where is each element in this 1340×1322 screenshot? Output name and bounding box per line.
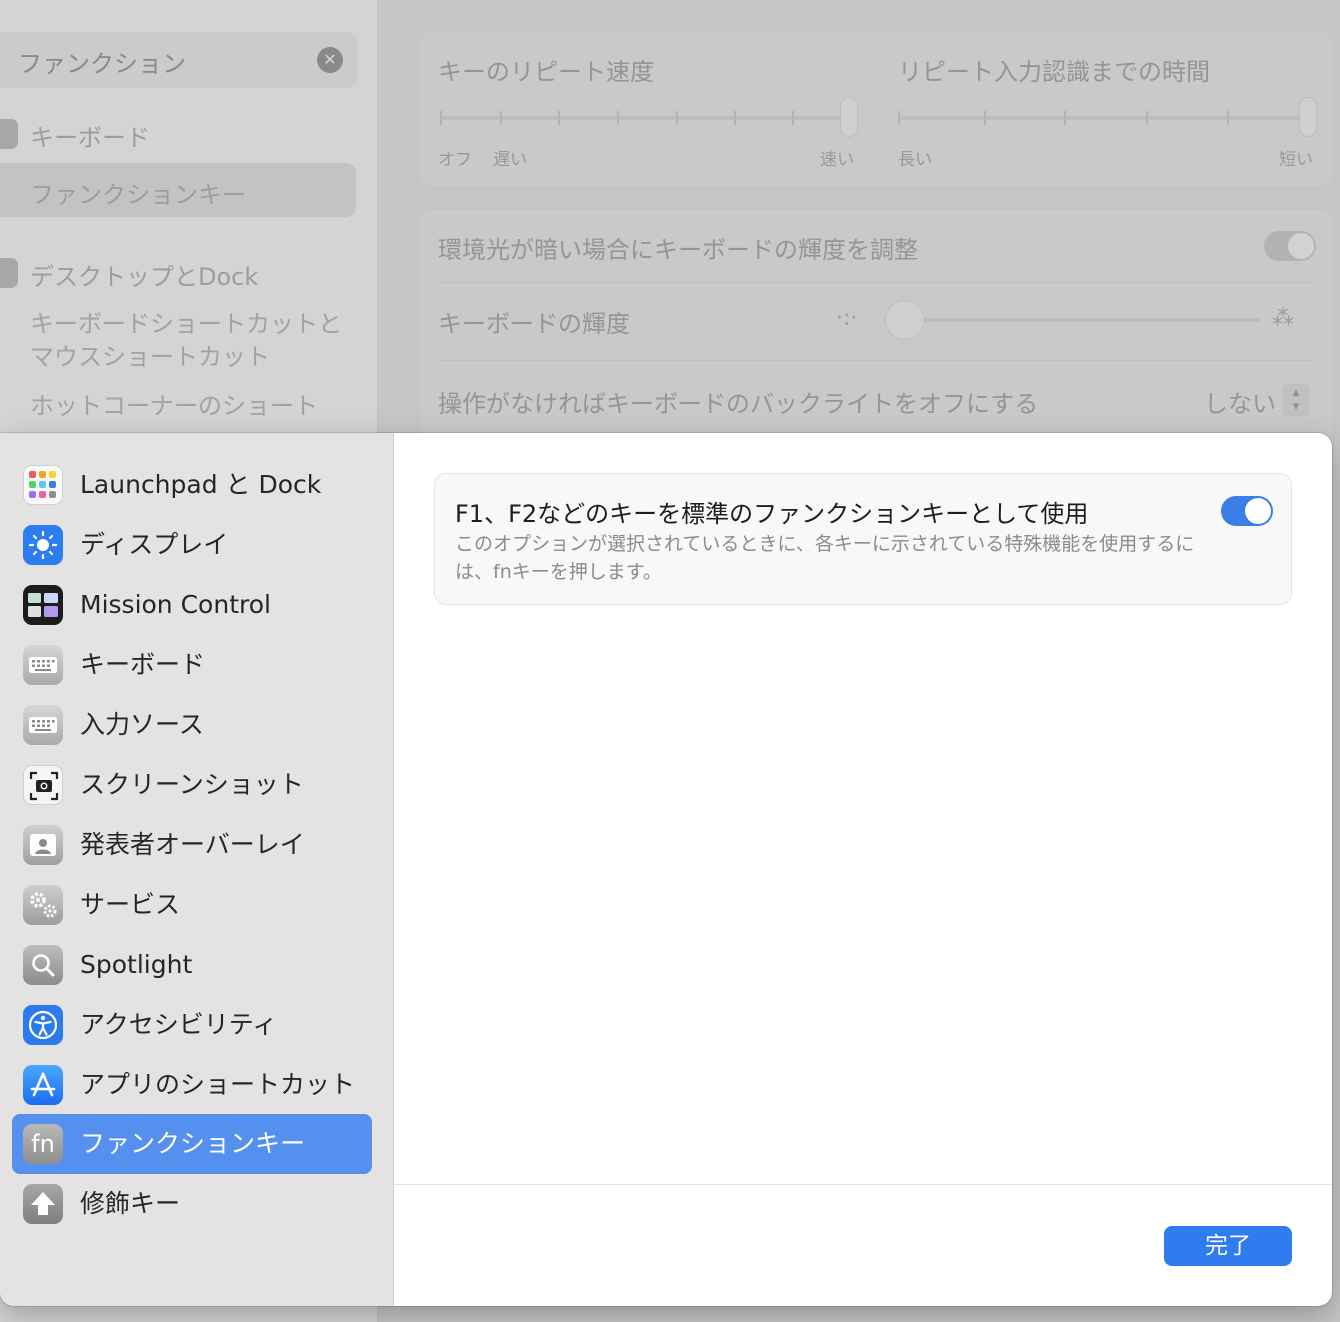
sidebar-item-label: スクリーンショット bbox=[80, 770, 304, 799]
bg-sidebar-hot-corners: ホットコーナーのショート bbox=[30, 392, 318, 420]
bg-key-repeat-label: キーのリピート速度 bbox=[438, 58, 654, 86]
keyboard-icon bbox=[23, 645, 63, 685]
bg-search-text: ファンクション bbox=[18, 50, 186, 78]
bg-label-short: 短い bbox=[1279, 150, 1313, 170]
bg-sidebar-function-keys: ファンクションキー bbox=[30, 181, 246, 209]
sidebar-item-display[interactable]: ディスプレイ bbox=[12, 515, 372, 575]
bg-repeat-slider-knob bbox=[840, 97, 858, 137]
launchpad-icon bbox=[23, 465, 63, 505]
bg-label-long: 長い bbox=[898, 150, 932, 170]
bg-delay-slider-track bbox=[898, 116, 1308, 120]
bg-brightness-slider-knob bbox=[885, 300, 925, 340]
accessibility-icon bbox=[23, 1005, 63, 1045]
sidebar-item-label: アプリのショートカット bbox=[80, 1070, 356, 1099]
sidebar-item-label: ディスプレイ bbox=[80, 530, 229, 559]
sidebar-item-mission-control[interactable]: Mission Control bbox=[12, 575, 372, 635]
bg-label-off: オフ bbox=[438, 150, 472, 170]
screenshot-icon bbox=[23, 765, 63, 805]
sidebar-item-input-sources[interactable]: 入力ソース bbox=[12, 695, 372, 755]
display-icon bbox=[23, 525, 63, 565]
bg-auto-brightness-label: 環境光が暗い場合にキーボードの輝度を調整 bbox=[438, 236, 918, 264]
bg-brightness-slider-track bbox=[884, 318, 1260, 322]
bg-sidebar-keyboard: キーボード bbox=[30, 124, 150, 152]
sidebar-item-label: Mission Control bbox=[80, 590, 271, 619]
bg-sidebar-shortcuts-1: キーボードショートカットと bbox=[30, 310, 342, 338]
sidebar-item-label: 発表者オーバーレイ bbox=[80, 830, 305, 859]
sidebar-item-launchpad-dock[interactable]: Launchpad と Dock bbox=[12, 455, 372, 515]
app-shortcuts-icon bbox=[23, 1065, 63, 1105]
function-key-option-card: F1、F2などのキーを標準のファンクションキーとして使用 このオプションが選択さ… bbox=[434, 473, 1292, 605]
sidebar-item-label: 修飾キー bbox=[80, 1189, 181, 1218]
mission-control-icon bbox=[23, 585, 63, 625]
sidebar-item-accessibility[interactable]: アクセシビリティ bbox=[12, 995, 372, 1055]
sidebar-item-spotlight[interactable]: Spotlight bbox=[12, 935, 372, 995]
bg-sidebar-desktop-dock: デスクトップとDock bbox=[30, 263, 259, 291]
sidebar-item-screenshot[interactable]: スクリーンショット bbox=[12, 755, 372, 815]
bg-label-fast: 速い bbox=[820, 150, 854, 170]
option-description: このオプションが選択されているときに、各キーに示されている特殊機能を使用するには… bbox=[455, 533, 1195, 583]
sidebar-item-keyboard[interactable]: キーボード bbox=[12, 635, 372, 695]
bg-auto-brightness-toggle bbox=[1264, 231, 1316, 261]
spotlight-icon bbox=[23, 945, 63, 985]
presenter-overlay-icon bbox=[23, 825, 63, 865]
bg-delay-label: リピート入力認識までの時間 bbox=[898, 58, 1210, 86]
use-function-keys-toggle[interactable] bbox=[1221, 496, 1273, 526]
bg-label-slow: 遅い bbox=[493, 150, 527, 170]
chevron-up-down-icon: ▴ ▾ bbox=[1282, 384, 1310, 416]
bg-brightness-label: キーボードの輝度 bbox=[438, 310, 630, 338]
bg-backlight-value: しない bbox=[1204, 390, 1276, 418]
sidebar-item-label: サービス bbox=[80, 890, 181, 919]
sidebar-item-label: ファンクションキー bbox=[80, 1129, 306, 1158]
bg-desktop-icon bbox=[0, 258, 18, 288]
bg-delay-slider-knob bbox=[1299, 97, 1317, 137]
sheet-sidebar: Launchpad と Dock ディスプレイ Mission Control … bbox=[0, 433, 394, 1306]
x-circle-icon: ✕ bbox=[317, 47, 343, 73]
sidebar-item-services[interactable]: サービス bbox=[12, 875, 372, 935]
function-keys-sheet: Launchpad と Dock ディスプレイ Mission Control … bbox=[0, 433, 1332, 1306]
toggle-knob bbox=[1245, 498, 1271, 524]
bg-keyboard-icon bbox=[0, 119, 18, 149]
sheet-content: F1、F2などのキーを標準のファンクションキーとして使用 このオプションが選択さ… bbox=[394, 433, 1332, 1306]
sidebar-item-function-keys[interactable]: fn ファンクションキー bbox=[12, 1114, 372, 1174]
fn-icon: fn bbox=[23, 1124, 63, 1164]
brightness-high-icon: ⁂ bbox=[1272, 306, 1294, 331]
sidebar-item-label: アクセシビリティ bbox=[80, 1010, 278, 1039]
sidebar-item-label: Spotlight bbox=[80, 950, 193, 979]
sidebar-item-label: Launchpad と Dock bbox=[80, 470, 322, 499]
input-sources-icon bbox=[23, 705, 63, 745]
modifier-keys-icon bbox=[23, 1184, 63, 1224]
sidebar-item-app-shortcuts[interactable]: アプリのショートカット bbox=[12, 1055, 372, 1115]
sidebar-item-label: キーボード bbox=[80, 650, 206, 679]
footer-divider bbox=[394, 1184, 1332, 1185]
sidebar-item-modifier-keys[interactable]: 修飾キー bbox=[12, 1174, 372, 1234]
done-button[interactable]: 完了 bbox=[1164, 1226, 1292, 1266]
bg-sidebar-shortcuts-2: マウスショートカット bbox=[30, 343, 270, 371]
bg-backlight-off-label: 操作がなければキーボードのバックライトをオフにする bbox=[438, 390, 1039, 418]
brightness-low-icon: ·:· bbox=[836, 306, 858, 331]
sidebar-item-presenter-overlay[interactable]: 発表者オーバーレイ bbox=[12, 815, 372, 875]
sidebar-item-label: 入力ソース bbox=[80, 710, 204, 739]
option-title: F1、F2などのキーを標準のファンクションキーとして使用 bbox=[455, 500, 1089, 528]
services-icon bbox=[23, 885, 63, 925]
